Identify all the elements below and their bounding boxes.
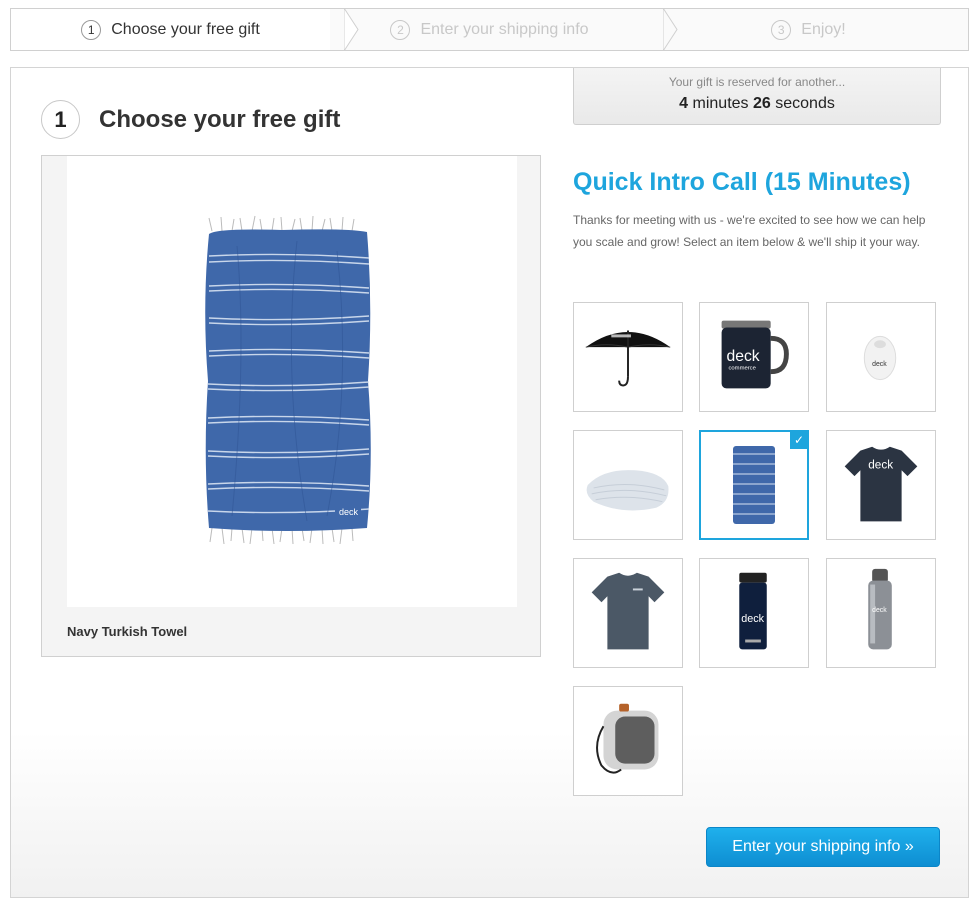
step-number: 2: [390, 19, 411, 40]
section-title: Choose your free gift: [99, 105, 341, 133]
gift-option-tumbler[interactable]: deck: [699, 558, 809, 668]
svg-text:deck: deck: [872, 607, 887, 614]
offer-description: Thanks for meeting with us - we're excit…: [573, 213, 926, 249]
water-bottle-icon: deck: [868, 568, 892, 650]
gift-option-mug[interactable]: deck commerce: [699, 302, 809, 412]
step-number: 3: [771, 19, 792, 40]
step-label: Enjoy!: [801, 20, 846, 38]
svg-text:deck: deck: [339, 507, 359, 517]
gift-option-speaker[interactable]: [573, 686, 683, 796]
section-number: 1: [41, 100, 80, 139]
umbrella-icon: [585, 330, 671, 387]
step-enjoy[interactable]: 3 Enjoy!: [649, 9, 968, 50]
gift-option-umbrella[interactable]: [573, 302, 683, 412]
gift-option-earbuds[interactable]: deck: [826, 302, 936, 412]
svg-text:deck: deck: [741, 613, 764, 625]
timer-seconds: 26: [753, 95, 771, 112]
timer-seconds-label: seconds: [775, 95, 835, 112]
step-label: Choose your free gift: [111, 20, 260, 38]
selected-gift-name: Navy Turkish Towel: [67, 624, 188, 639]
gift-option-towel[interactable]: ✓: [699, 430, 809, 540]
step-shipping-info[interactable]: 2 Enter your shipping info: [330, 8, 678, 51]
enter-shipping-button[interactable]: Enter your shipping info »: [706, 827, 940, 867]
timer-minutes: 4: [679, 95, 689, 112]
svg-text:deck: deck: [868, 458, 893, 471]
gift-option-blanket[interactable]: [573, 430, 683, 540]
timer-note: Your gift is reserved for another...: [668, 75, 846, 89]
gift-selection-panel: 1 Choose your free gift deck Navy Turkis…: [10, 67, 969, 898]
tumbler-icon: deck: [739, 572, 767, 650]
gift-option-dark-tshirt[interactable]: deck: [826, 430, 936, 540]
blanket-icon: [586, 470, 669, 511]
selected-gift-preview: deck Navy Turkish Towel: [41, 155, 541, 657]
towel-image: deck: [67, 156, 517, 607]
reservation-timer: Your gift is reserved for another... 4 m…: [573, 68, 941, 125]
step-number: 1: [81, 19, 102, 40]
svg-text:deck: deck: [872, 361, 887, 368]
svg-text:commerce: commerce: [728, 366, 755, 372]
svg-text:deck: deck: [727, 348, 760, 365]
offer-title: Quick Intro Call (15 Minutes): [573, 168, 911, 196]
gift-option-gray-tshirt[interactable]: [573, 558, 683, 668]
earbuds-case-icon: deck: [863, 335, 897, 381]
dark-tshirt-icon: deck: [844, 446, 918, 522]
gift-option-water-bottle[interactable]: deck: [826, 558, 936, 668]
speaker-icon: [596, 703, 659, 774]
section-header: 1 Choose your free gift: [41, 100, 340, 139]
timer-countdown: 4 minutes 26 seconds: [574, 95, 940, 113]
gray-tshirt-icon: [591, 572, 665, 650]
timer-minutes-label: minutes: [692, 95, 749, 112]
selected-check-icon: ✓: [790, 432, 807, 449]
step-choose-gift[interactable]: 1 Choose your free gift: [11, 8, 359, 51]
mug-icon: deck commerce: [721, 320, 789, 389]
step-label: Enter your shipping info: [420, 20, 589, 38]
progress-stepper: 1 Choose your free gift 2 Enter your shi…: [10, 8, 969, 51]
